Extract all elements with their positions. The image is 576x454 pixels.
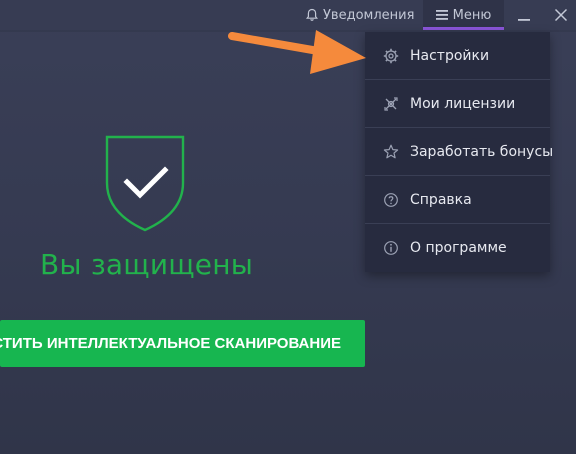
hamburger-icon xyxy=(435,10,448,20)
help-icon xyxy=(383,192,399,208)
menu-item-help[interactable]: Справка xyxy=(365,176,550,224)
shield-check-icon xyxy=(103,133,187,233)
star-icon xyxy=(383,144,399,160)
menu-item-about[interactable]: О программе xyxy=(365,224,550,272)
menu-item-my-licenses[interactable]: Мои лицензии xyxy=(365,80,550,128)
minimize-button[interactable] xyxy=(512,0,536,30)
protection-status-text: Вы защищены xyxy=(40,248,254,281)
gear-icon xyxy=(383,48,399,64)
info-icon xyxy=(383,240,399,256)
menu-item-label: Справка xyxy=(410,191,472,208)
menu-label: Меню xyxy=(452,7,492,23)
menu-item-label: Заработать бонусы xyxy=(410,143,554,160)
licenses-icon xyxy=(383,96,399,112)
notifications-label: Уведомления xyxy=(323,7,415,23)
menu-item-label: О программе xyxy=(410,240,507,256)
close-button[interactable] xyxy=(549,0,573,30)
menu-item-label: Настройки xyxy=(410,47,490,64)
smart-scan-button[interactable]: СТИТЬ ИНТЕЛЛЕКТУАЛЬНОЕ СКАНИРОВАНИЕ xyxy=(0,320,365,367)
antivirus-main-window: Уведомления Меню Вы защищены СТИТЬ ИНТЕЛ… xyxy=(0,0,576,454)
minimize-icon xyxy=(517,8,531,22)
main-menu-dropdown: Настройки Мои лицензии Заработать бонусы xyxy=(365,32,554,272)
annotation-arrow xyxy=(228,30,366,74)
menu-item-settings[interactable]: Настройки xyxy=(365,32,550,80)
menu-item-label: Мои лицензии xyxy=(410,95,516,112)
close-icon xyxy=(554,8,568,22)
menu-button[interactable]: Меню xyxy=(423,0,504,30)
menu-item-earn-bonuses[interactable]: Заработать бонусы xyxy=(365,128,554,176)
bell-icon xyxy=(305,8,319,22)
